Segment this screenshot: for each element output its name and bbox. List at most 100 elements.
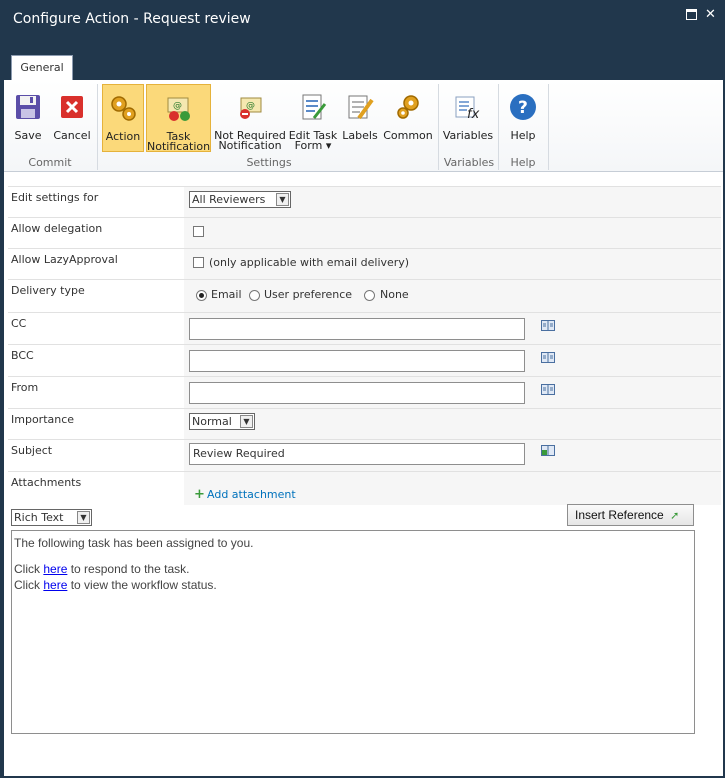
body-line-3: Click here to view the workflow status.: [14, 577, 692, 593]
insert-reference-icon[interactable]: [541, 445, 555, 456]
allow-delegation-label: Allow delegation: [11, 222, 103, 235]
group-label-variables: Variables: [443, 156, 495, 169]
attachments-label: Attachments: [11, 476, 82, 489]
workflow-status-link[interactable]: here: [43, 578, 67, 592]
add-attachment-link[interactable]: Add attachment: [207, 488, 296, 501]
group-label-help: Help: [510, 156, 536, 169]
cancel-label: Cancel: [53, 129, 91, 142]
svg-text:fx: fx: [467, 107, 480, 122]
allow-delegation-checkbox[interactable]: [193, 226, 204, 237]
row-from: From: [8, 376, 721, 408]
labels-label: Labels: [342, 129, 378, 142]
insert-reference-button[interactable]: Insert Reference ➚: [567, 504, 694, 526]
gears-icon: [397, 95, 419, 119]
subject-input[interactable]: Review Required: [189, 443, 525, 465]
delivery-none-label: None: [380, 288, 409, 301]
not-required-label-2: Notification: [218, 139, 282, 152]
body-line-1: The following task has been assigned to …: [14, 536, 254, 550]
help-label: Help: [510, 129, 536, 142]
email-check-icon: @: [167, 97, 190, 121]
delivery-email-radio[interactable]: [196, 290, 207, 301]
subject-label: Subject: [11, 444, 53, 457]
save-button[interactable]: Save: [8, 84, 48, 152]
save-label: Save: [14, 129, 42, 142]
delivery-user-preference-radio[interactable]: [249, 290, 260, 301]
help-button[interactable]: ? Help: [502, 84, 544, 152]
chevron-down-icon: ▼: [77, 511, 90, 524]
group-separator: [97, 84, 98, 170]
row-importance: Importance Normal ▼: [8, 408, 721, 439]
action-button[interactable]: Action: [102, 84, 144, 152]
ribbon-tabstrip: General: [4, 42, 723, 80]
group-label-commit: Commit: [28, 156, 72, 169]
from-label: From: [11, 381, 39, 394]
delivery-none-radio[interactable]: [364, 290, 375, 301]
cancel-x-icon: [61, 96, 83, 118]
plus-icon[interactable]: +: [194, 487, 205, 502]
group-separator: [548, 84, 549, 170]
variables-label: Variables: [442, 129, 494, 142]
value-cell: [184, 409, 721, 439]
message-body-editor[interactable]: The following task has been assigned to …: [11, 530, 695, 734]
bcc-label: BCC: [11, 349, 34, 362]
task-notification-button[interactable]: @ Task Notification: [146, 84, 211, 152]
body-line-2-pre: Click: [14, 562, 44, 576]
tab-general[interactable]: General: [11, 55, 73, 80]
labels-button[interactable]: Labels: [340, 84, 380, 152]
editor-mode-select[interactable]: Rich Text ▼: [11, 509, 92, 526]
insert-reference-label: Insert Reference: [575, 508, 664, 522]
not-required-notification-button[interactable]: @ Not Required Notification: [214, 84, 286, 152]
help-question-icon: ?: [510, 94, 536, 120]
svg-text:?: ?: [518, 98, 528, 118]
address-book-icon[interactable]: [541, 352, 555, 363]
cancel-button[interactable]: Cancel: [52, 84, 92, 152]
row-edit-settings-for: Edit settings for All Reviewers ▼: [8, 186, 721, 217]
address-book-icon[interactable]: [541, 384, 555, 395]
importance-value: Normal: [192, 415, 232, 428]
dialog-window: Configure Action - Request review ✕ Gene…: [0, 0, 725, 778]
body-line-2: Click here to respond to the task.: [14, 561, 692, 577]
function-fx-icon: fx: [455, 96, 480, 122]
ribbon: Save Cancel Commit Action @ Task Notific…: [4, 80, 723, 172]
labels-pencil-icon: [348, 95, 374, 120]
body-line-3-post: to view the workflow status.: [67, 578, 217, 592]
insert-arrow-icon: ➚: [670, 510, 680, 522]
row-allow-lazyapproval: Allow LazyApproval (only applicable with…: [8, 248, 721, 279]
bcc-input[interactable]: [189, 350, 525, 372]
row-cc: CC: [8, 312, 721, 344]
respond-task-link[interactable]: here: [43, 562, 67, 576]
from-input[interactable]: [189, 382, 525, 404]
allow-lazyapproval-label: Allow LazyApproval: [11, 253, 118, 266]
row-allow-delegation: Allow delegation: [8, 217, 721, 248]
value-cell: [184, 218, 721, 248]
chevron-down-icon: ▼: [240, 415, 253, 428]
address-book-icon[interactable]: [541, 320, 555, 331]
action-label: Action: [105, 130, 141, 143]
dialog-title: Configure Action - Request review: [13, 11, 251, 27]
edit-settings-for-select[interactable]: All Reviewers ▼: [189, 191, 291, 208]
editor-mode-value: Rich Text: [14, 511, 64, 524]
allow-lazyapproval-checkbox[interactable]: [193, 257, 204, 268]
edit-settings-for-label: Edit settings for: [11, 191, 99, 204]
lazyapproval-note: (only applicable with email delivery): [209, 256, 410, 269]
floppy-disk-icon: [16, 95, 40, 119]
cc-label: CC: [11, 317, 27, 330]
delivery-type-label: Delivery type: [11, 284, 85, 297]
group-separator: [498, 84, 499, 170]
delivery-email-label: Email: [211, 288, 242, 301]
common-label: Common: [383, 129, 433, 142]
delivery-user-preference-label: User preference: [264, 288, 353, 301]
svg-text:@: @: [173, 101, 182, 111]
cc-input[interactable]: [189, 318, 525, 340]
maximize-icon[interactable]: [686, 9, 697, 20]
edit-task-form-label-2: Form ▾: [294, 139, 332, 152]
edit-task-form-button[interactable]: Edit Task Form ▾: [288, 84, 338, 152]
edit-settings-for-value: All Reviewers: [192, 193, 266, 206]
importance-select[interactable]: Normal ▼: [189, 413, 255, 430]
gears-icon: [111, 96, 136, 121]
row-attachments: Attachments + Add attachment: [8, 471, 721, 505]
common-button[interactable]: Common: [382, 84, 434, 152]
close-icon[interactable]: ✕: [705, 8, 716, 21]
form-edit-icon: [302, 94, 327, 120]
variables-button[interactable]: fx Variables: [442, 84, 494, 152]
